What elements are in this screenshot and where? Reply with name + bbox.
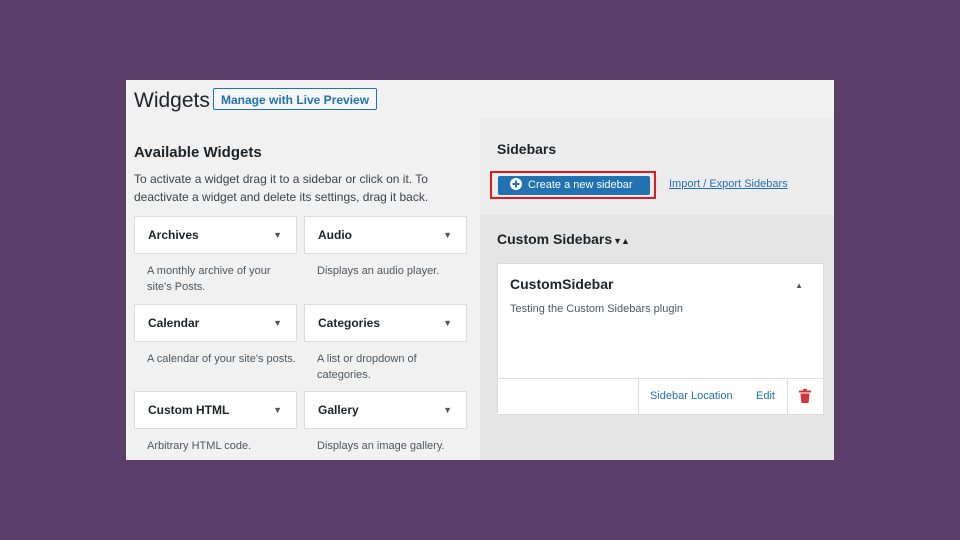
available-widgets-title: Available Widgets: [134, 144, 262, 161]
available-widgets-panel: Available Widgets To activate a widget d…: [126, 118, 480, 460]
widget-description: Displays an image gallery.: [317, 440, 445, 452]
widget-categories[interactable]: Categories ▼: [304, 304, 467, 342]
widgets-screen: Widgets Manage with Live Preview Availab…: [126, 80, 834, 460]
widget-gallery[interactable]: Gallery ▼: [304, 391, 467, 429]
widget-description: A calendar of your site's posts.: [147, 353, 296, 365]
widget-description: A monthly archive of your site's Posts.: [147, 265, 271, 293]
import-export-sidebars-link[interactable]: Import / Export Sidebars: [669, 178, 788, 190]
widget-description: Displays an audio player.: [317, 265, 440, 277]
widget-title: Audio: [318, 228, 352, 242]
widget-custom-html[interactable]: Custom HTML ▼: [134, 391, 297, 429]
sidebars-header: Sidebars Create a new sidebar Import / E…: [480, 118, 834, 215]
sort-arrows-icon[interactable]: ▼▲: [613, 236, 630, 246]
caret-down-icon[interactable]: ▼: [273, 230, 282, 240]
plus-circle-icon: [510, 178, 522, 190]
trash-icon: [799, 389, 811, 403]
widget-title: Custom HTML: [148, 403, 230, 417]
sidebar-box-title: CustomSidebar: [510, 276, 614, 292]
widget-title: Archives: [148, 228, 199, 242]
sidebars-panel: Sidebars Create a new sidebar Import / E…: [480, 118, 834, 460]
edit-sidebar-link[interactable]: Edit: [756, 390, 775, 402]
available-widgets-description: To activate a widget drag it to a sideba…: [134, 172, 429, 204]
sidebars-title: Sidebars: [497, 141, 557, 157]
sidebar-location-label: Sidebar Location: [650, 390, 733, 402]
custom-sidebar-box: CustomSidebar ▲ Testing the Custom Sideb…: [497, 263, 824, 415]
caret-down-icon[interactable]: ▼: [273, 405, 282, 415]
manage-live-preview-button[interactable]: Manage with Live Preview: [213, 88, 378, 110]
delete-sidebar-button[interactable]: [787, 379, 824, 414]
caret-up-icon[interactable]: ▲: [795, 281, 803, 290]
widget-description: Arbitrary HTML code.: [147, 440, 252, 452]
create-new-sidebar-label: Create a new sidebar: [528, 179, 633, 191]
page-title: Widgets: [134, 89, 210, 112]
caret-down-icon[interactable]: ▼: [443, 230, 452, 240]
caret-down-icon[interactable]: ▼: [443, 405, 452, 415]
widget-description: A list or dropdown of categories.: [317, 353, 417, 381]
widget-title: Gallery: [318, 403, 359, 417]
widget-title: Calendar: [148, 316, 200, 330]
page-header: Widgets Manage with Live Preview: [126, 80, 834, 118]
sidebar-actions: Sidebar Location Edit: [498, 378, 823, 414]
create-new-sidebar-button[interactable]: Create a new sidebar: [498, 176, 650, 195]
caret-down-icon[interactable]: ▼: [273, 318, 282, 328]
widget-audio[interactable]: Audio ▼: [304, 216, 467, 254]
widget-archives[interactable]: Archives ▼: [134, 216, 297, 254]
custom-sidebars-label: Custom Sidebars: [497, 231, 613, 247]
widget-title: Categories: [318, 316, 381, 330]
sidebar-box-description: Testing the Custom Sidebars plugin: [510, 303, 684, 315]
custom-sidebars-title[interactable]: Custom Sidebars▼▲: [497, 231, 630, 247]
widget-calendar[interactable]: Calendar ▼: [134, 304, 297, 342]
caret-down-icon[interactable]: ▼: [443, 318, 452, 328]
